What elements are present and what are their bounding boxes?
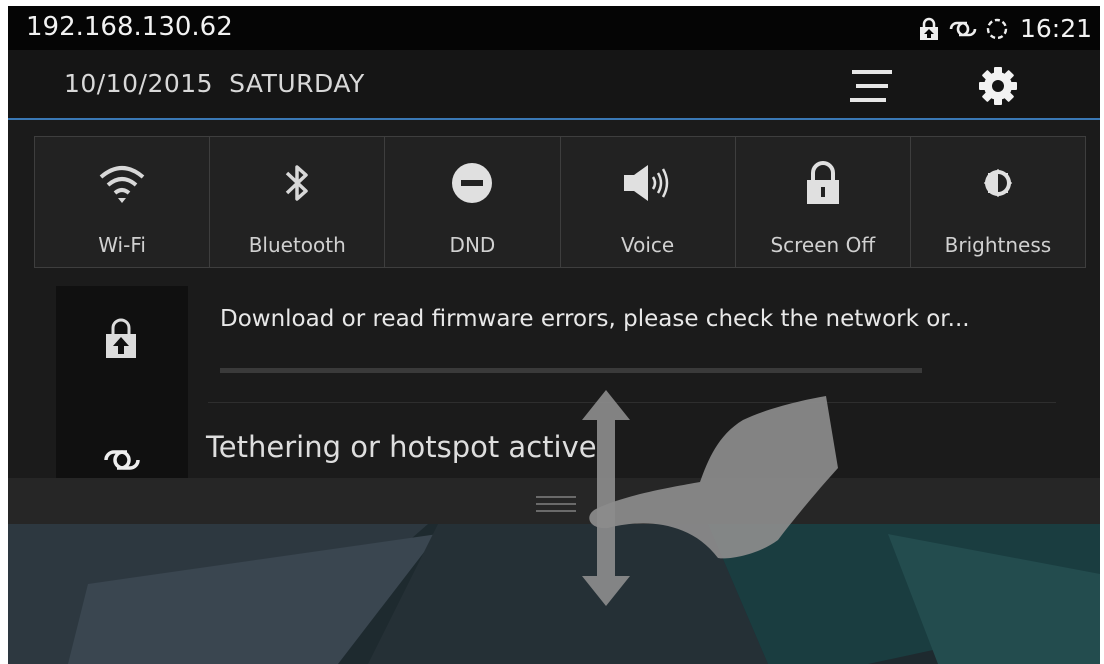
- brightness-icon: [983, 168, 1013, 198]
- firmware-error-notification[interactable]: Download or read firmware errors, please…: [220, 306, 970, 332]
- lock-upload-icon: [106, 318, 136, 358]
- pointing-hand-icon: [589, 396, 838, 559]
- settings-button[interactable]: [976, 64, 1020, 108]
- wifi-label: Wi-Fi: [98, 233, 146, 257]
- clock: 16:21: [1019, 14, 1092, 43]
- tethering-notification[interactable]: Tethering or hotspot active: [206, 430, 597, 464]
- date-text: 10/10/2015: [64, 69, 214, 98]
- bluetooth-label: Bluetooth: [248, 233, 346, 257]
- tethering-icon: [104, 450, 140, 470]
- firmware-progress-bar: [220, 368, 922, 373]
- gear-icon: [979, 67, 1017, 105]
- notification-header: 10/10/2015 SATURDAY: [8, 50, 1100, 120]
- voice-toggle[interactable]: Voice: [560, 137, 736, 267]
- status-icons: 16:21: [916, 14, 1092, 43]
- voice-label: Voice: [620, 233, 675, 257]
- status-bar: 192.168.130.62 16:21: [8, 6, 1100, 50]
- notification-icon-column: [56, 286, 188, 478]
- date-display: 10/10/2015 SATURDAY: [64, 69, 365, 98]
- lock-upload-icon: [919, 17, 938, 40]
- brightness-toggle[interactable]: Brightness: [910, 137, 1086, 267]
- menu-icon: [850, 70, 892, 102]
- android-screen: 192.168.130.62 16:21 10/10/2015 SATURDAY: [8, 6, 1100, 664]
- lock-icon: [806, 161, 839, 204]
- vertical-arrow-icon: [582, 390, 630, 606]
- tethering-icon: [949, 21, 977, 36]
- dnd-label: DND: [449, 233, 496, 257]
- dnd-toggle[interactable]: DND: [385, 137, 561, 267]
- wifi-icon: [99, 166, 145, 203]
- bluetooth-icon: [286, 165, 308, 201]
- brightness-label: Brightness: [944, 233, 1052, 257]
- sync-icon: [986, 18, 1008, 39]
- wifi-toggle[interactable]: Wi-Fi: [35, 137, 211, 267]
- day-text: SATURDAY: [229, 69, 365, 98]
- screen-off-toggle[interactable]: Screen Off: [735, 137, 911, 267]
- bluetooth-toggle[interactable]: Bluetooth: [210, 137, 386, 267]
- quick-settings-grid: Wi-Fi Bluetooth DND Voice Screen Off Bri…: [34, 136, 1086, 268]
- clear-notifications-button[interactable]: [848, 66, 896, 106]
- ip-address: 192.168.130.62: [26, 12, 233, 42]
- speaker-icon: [623, 165, 668, 201]
- home-wallpaper: [8, 524, 1100, 664]
- dnd-icon: [452, 163, 493, 203]
- screen-off-label: Screen Off: [770, 233, 876, 257]
- swipe-gesture-illustration: [582, 390, 838, 606]
